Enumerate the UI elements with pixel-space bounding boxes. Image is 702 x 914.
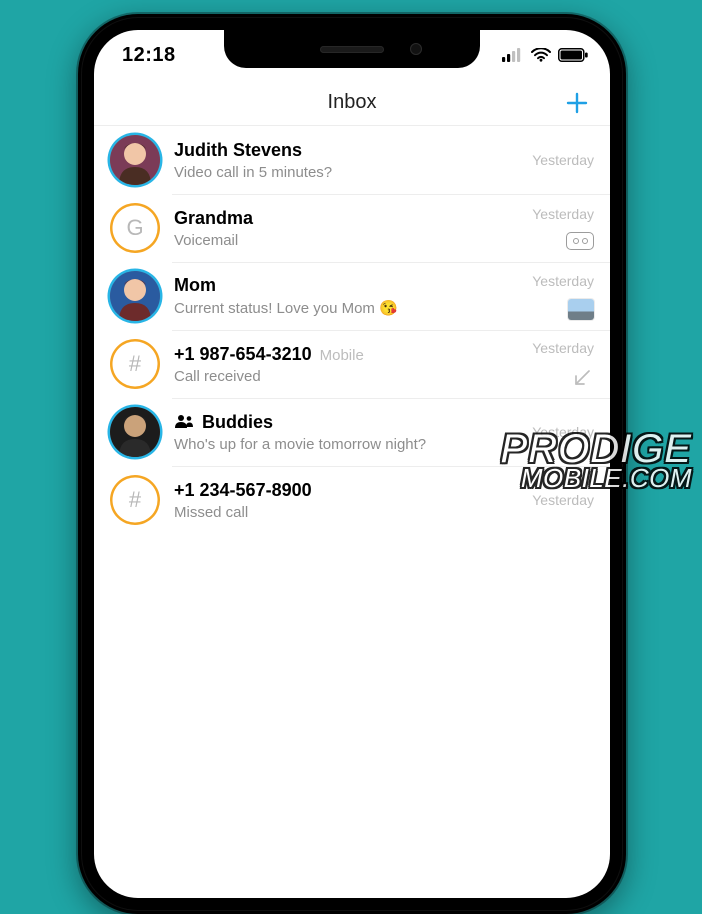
row-body: Buddies Who's up for a movie tomorrow nig… — [174, 412, 522, 453]
avatar: # — [110, 475, 160, 525]
notch — [224, 30, 480, 68]
contact-name: +1 987-654-3210 — [174, 344, 312, 365]
status-time: 12:18 — [122, 44, 176, 67]
add-button[interactable] — [562, 88, 592, 118]
screen: 12:18 — [94, 30, 610, 898]
date-label: Yesterday — [532, 340, 594, 356]
row-meta: Yesterday — [532, 424, 594, 440]
phone-frame: 12:18 — [78, 14, 626, 914]
date-label: Yesterday — [532, 273, 594, 289]
message-preview: Video call in 5 minutes? — [174, 164, 522, 181]
row-meta: Yesterday — [532, 492, 594, 508]
group-icon — [174, 414, 194, 428]
date-label: Yesterday — [532, 492, 594, 508]
avatar-image — [110, 135, 160, 185]
list-item[interactable]: Judith Stevens Video call in 5 minutes? Ye… — [94, 126, 610, 194]
date-label: Yesterday — [532, 206, 594, 222]
row-body: +1 987-654-3210 Mobile Call received — [174, 344, 522, 385]
list-item[interactable]: Buddies Who's up for a movie tomorrow nig… — [94, 398, 610, 466]
contact-name: Mom — [174, 275, 216, 296]
message-thumbnail — [568, 299, 594, 320]
row-meta: Yesterday — [532, 340, 594, 388]
row-body: Judith Stevens Video call in 5 minutes? — [174, 140, 522, 181]
contact-sublabel: Mobile — [320, 347, 364, 364]
avatar — [110, 271, 160, 321]
avatar: G — [110, 203, 160, 253]
inbox-list[interactable]: Judith Stevens Video call in 5 minutes? Ye… — [94, 126, 610, 534]
battery-icon — [558, 48, 588, 62]
nav-bar: Inbox — [94, 80, 610, 126]
avatar-image — [110, 271, 160, 321]
voicemail-icon — [566, 232, 594, 250]
message-preview: Current status! Love you Mom 😘 — [174, 299, 522, 317]
contact-name: Judith Stevens — [174, 140, 302, 161]
list-item[interactable]: Mom Current status! Love you Mom 😘 Yesterd… — [94, 262, 610, 330]
contact-name: Grandma — [174, 208, 253, 229]
message-preview: Who's up for a movie tomorrow night? — [174, 436, 522, 453]
page-title: Inbox — [328, 91, 377, 114]
avatar-image — [110, 407, 160, 457]
row-meta: Yesterday — [532, 206, 594, 250]
wifi-icon — [531, 48, 551, 62]
date-label: Yesterday — [532, 424, 594, 440]
camera-dot — [410, 43, 422, 55]
incoming-call-icon — [572, 366, 594, 388]
avatar — [110, 135, 160, 185]
contact-name: Buddies — [202, 412, 273, 433]
row-body: Grandma Voicemail — [174, 208, 522, 249]
list-item[interactable]: G Grandma Voicemail Yesterday — [94, 194, 610, 262]
avatar: # — [110, 339, 160, 389]
message-preview: Call received — [174, 368, 522, 385]
list-item[interactable]: # +1 987-654-3210 Mobile Call received Yeste… — [94, 330, 610, 398]
date-label: Yesterday — [532, 152, 594, 168]
message-preview: Voicemail — [174, 232, 522, 249]
status-icons — [502, 48, 588, 62]
row-body: +1 234-567-8900 Missed call — [174, 480, 522, 521]
row-body: Mom Current status! Love you Mom 😘 — [174, 275, 522, 317]
list-item[interactable]: # +1 234-567-8900 Missed call Yesterday — [94, 466, 610, 534]
plus-icon — [565, 91, 589, 115]
cell-signal-icon — [502, 48, 524, 62]
row-meta: Yesterday — [532, 273, 594, 320]
row-meta: Yesterday — [532, 152, 594, 168]
message-preview: Missed call — [174, 504, 522, 521]
speaker-grill — [320, 46, 384, 53]
avatar — [110, 407, 160, 457]
contact-name: +1 234-567-8900 — [174, 480, 312, 501]
